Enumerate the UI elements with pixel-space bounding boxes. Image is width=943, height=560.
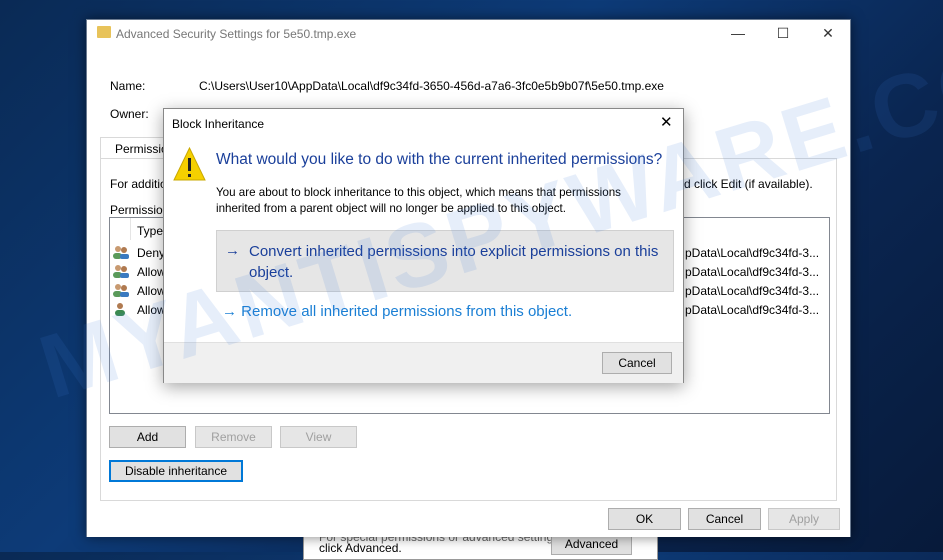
permission-entries-label: Permission — [110, 203, 170, 217]
name-value: C:\Users\User10\AppData\Local\df9c34fd-3… — [199, 79, 664, 93]
row-type: Deny — [137, 246, 166, 260]
folder-icon — [97, 26, 111, 38]
option2-label: Remove all inherited permissions from th… — [241, 303, 573, 320]
arrow-right-icon: → — [222, 303, 237, 320]
group-icon — [113, 245, 129, 262]
dialog-close-button[interactable]: ✕ — [660, 113, 673, 131]
info-text-right: d click Edit (if available). — [684, 177, 813, 191]
dialog-title: Block Inheritance — [172, 117, 265, 131]
dialog-body: You are about to block inheritance to th… — [216, 186, 621, 215]
column-divider — [130, 218, 131, 240]
row-inherited-from: pData\Local\df9c34fd-3... — [685, 284, 820, 298]
row-type: Allow — [137, 303, 166, 317]
remove-button[interactable]: Remove — [195, 426, 272, 448]
cancel-button[interactable]: Cancel — [688, 508, 761, 530]
row-inherited-from: pData\Local\df9c34fd-3... — [685, 303, 820, 317]
row-type: Allow — [137, 265, 166, 279]
option1-label: Convert inherited permissions into expli… — [249, 243, 659, 281]
user-icon — [113, 302, 127, 319]
remove-inherited-option[interactable]: → Remove all inherited permissions from … — [222, 303, 572, 320]
dialog-footer: Cancel — [164, 342, 683, 383]
convert-inherited-option[interactable]: → Convert inherited permissions into exp… — [216, 230, 674, 292]
group-icon — [113, 264, 129, 281]
arrow-right-icon: → — [225, 242, 240, 259]
maximize-button[interactable]: ☐ — [771, 23, 795, 43]
view-button[interactable]: View — [280, 426, 357, 448]
name-label: Name: — [110, 79, 146, 93]
row-type: Allow — [137, 284, 166, 298]
minimize-button[interactable]: — — [726, 23, 750, 43]
column-header-type[interactable]: Type — [137, 224, 163, 238]
ok-button[interactable]: OK — [608, 508, 681, 530]
group-icon — [113, 283, 129, 300]
title-bar: Advanced Security Settings for 5e50.tmp.… — [87, 20, 850, 47]
row-inherited-from: pData\Local\df9c34fd-3... — [685, 246, 820, 260]
tab-permissions[interactable]: Permissions — [100, 137, 180, 159]
window-title: Advanced Security Settings for 5e50.tmp.… — [116, 27, 357, 41]
disable-inheritance-button[interactable]: Disable inheritance — [109, 460, 243, 482]
apply-button[interactable]: Apply — [768, 508, 840, 530]
close-button[interactable]: ✕ — [816, 23, 840, 43]
info-text: For additio — [110, 177, 167, 191]
dialog-cancel-button[interactable]: Cancel — [602, 352, 672, 374]
row-inherited-from: pData\Local\df9c34fd-3... — [685, 265, 820, 279]
warning-icon — [173, 147, 206, 181]
add-button[interactable]: Add — [109, 426, 186, 448]
block-inheritance-dialog: Block Inheritance ✕ What would you like … — [163, 108, 684, 383]
owner-label: Owner: — [110, 107, 149, 121]
dialog-heading: What would you like to do with the curre… — [216, 151, 663, 168]
background-dialog-text-2: click Advanced. — [319, 541, 402, 555]
